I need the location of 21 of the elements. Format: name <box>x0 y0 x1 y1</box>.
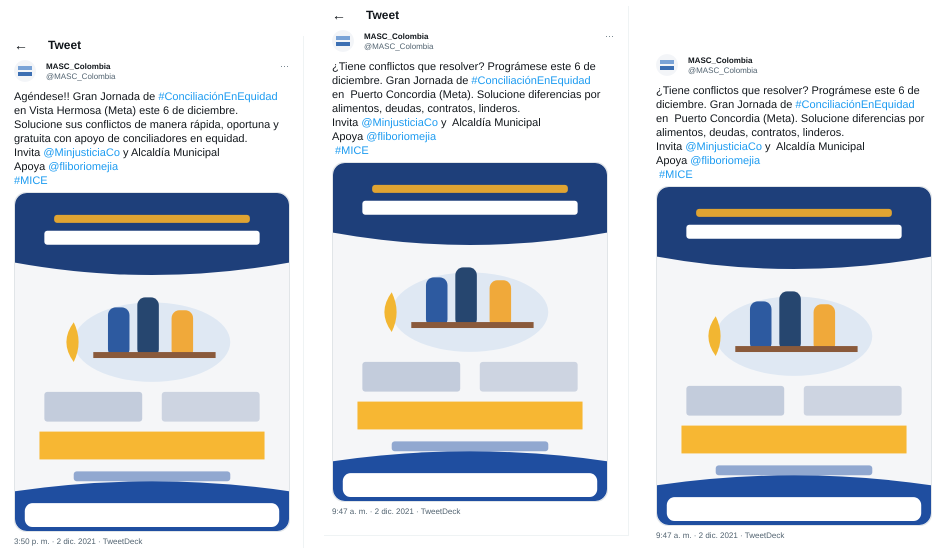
tweet-text: Agéndese!! Gran Jornada de #ConciliaciónEnEquidad en Vista Hermosa (Meta) este 6 de diciembre. Solucione sus conflictos de manera rápida, oportuna y gratuita con apoyo de conciliadores en equidad. Invita @MinjusticiaCo y Alcaldía Municipal Apoya @fliboriomejia #MICE <box>14 90 279 188</box>
author-name[interactable]: MASC_Colombia <box>688 54 758 66</box>
tweet-text: ¿Tiene conflictos que resolver? Prográmese este 6 de diciembre. Gran Jornada de #ConciliaciónEnEquidad en Puerto Concordia (Meta). Solucione diferencias por alimentos, deudas, contratos, linderos. Invita @MinjusticiaCo y Alcaldía Municipal Apoya @fliboriomejia #MICE <box>332 60 600 158</box>
author-name[interactable]: MASC_Colombia <box>364 30 434 42</box>
avatar[interactable] <box>656 54 678 76</box>
tweet-text: ¿Tiene conflictos que resolver? Prográmese este 6 de diciembre. Gran Jornada de #ConciliaciónEnEquidad en Puerto Concordia (Meta). Solucione diferencias por alimentos, deudas, contratos, linderos. Invita @MinjusticiaCo y Alcaldía Municipal Apoya @fliboriomejia #MICE <box>656 84 924 182</box>
more-button[interactable]: ··· <box>605 30 614 44</box>
more-button[interactable]: ··· <box>280 60 289 74</box>
author-handle[interactable]: @MASC_Colombia <box>46 72 116 82</box>
timestamp[interactable]: 9:47 a. m. · 2 dic. 2021 · TweetDeck <box>332 506 620 518</box>
author-name[interactable]: MASC_Colombia <box>46 60 116 72</box>
author-handle[interactable]: @MASC_Colombia <box>364 42 434 52</box>
avatar[interactable] <box>14 60 36 82</box>
timestamp[interactable]: 3:50 p. m. · 2 dic. 2021 · TweetDeck <box>14 536 295 548</box>
page-title: Tweet <box>48 37 82 54</box>
back-arrow[interactable]: ← <box>14 38 28 52</box>
page-title: Tweet <box>366 7 400 24</box>
author-handle[interactable]: @MASC_Colombia <box>688 66 758 76</box>
back-arrow[interactable]: ← <box>332 8 346 22</box>
timestamp[interactable]: 9:47 a. m. · 2 dic. 2021 · TweetDeck <box>656 530 935 542</box>
avatar[interactable] <box>332 30 354 52</box>
